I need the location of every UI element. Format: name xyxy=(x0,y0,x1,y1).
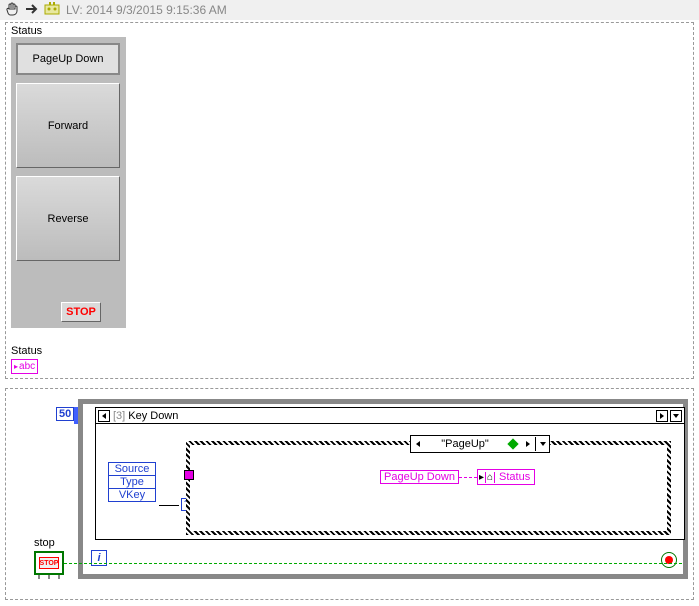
event-case-header[interactable]: [3] Key Down xyxy=(96,408,684,424)
loop-stop-terminal[interactable] xyxy=(661,552,677,568)
case-index: [3] xyxy=(113,410,125,422)
case-next-icon[interactable] xyxy=(656,410,668,422)
local-variable[interactable]: ▸ ⌂ Status xyxy=(477,469,535,485)
pageup-down-button[interactable]: PageUp Down xyxy=(16,43,120,75)
stop-control-terminal[interactable]: stop STOP xyxy=(34,537,64,579)
local-var-name: Status xyxy=(495,471,534,483)
case-prev-icon[interactable] xyxy=(98,410,110,422)
inner-case-name: "PageUp" xyxy=(425,438,505,450)
arrow-right-icon[interactable] xyxy=(24,1,40,20)
event-structure: [3] Key Down Source Type VKey ? "PageUp" xyxy=(95,407,685,540)
string-wire xyxy=(459,477,477,478)
inner-case-dropdown-icon[interactable] xyxy=(535,437,549,451)
window-title: LV: 2014 9/3/2015 9:15:36 AM xyxy=(66,3,227,17)
reverse-button[interactable]: Reverse xyxy=(16,176,120,261)
highlight-exec-icon[interactable] xyxy=(44,1,60,20)
front-panel: Status PageUp Down Forward Reverse STOP … xyxy=(5,22,694,379)
case-name: Key Down xyxy=(128,410,656,422)
while-loop: [3] Key Down Source Type VKey ? "PageUp" xyxy=(78,399,688,579)
string-constant[interactable]: PageUp Down xyxy=(380,470,459,484)
event-field-source: Source xyxy=(109,463,155,476)
status-string-label: Status xyxy=(11,345,42,357)
status-label: Status xyxy=(11,25,131,37)
event-field-vkey: VKey xyxy=(109,489,155,501)
wire xyxy=(159,505,179,506)
case-dropdown-icon[interactable] xyxy=(670,410,682,422)
write-arrow-icon: ▸ xyxy=(478,472,486,483)
default-case-icon xyxy=(507,438,518,449)
boolean-wire xyxy=(64,563,682,564)
tunnel-pink xyxy=(184,470,194,480)
hand-icon[interactable] xyxy=(4,1,20,20)
stop-node-icon: STOP xyxy=(34,551,64,575)
string-write-group: PageUp Down ▸ ⌂ Status xyxy=(380,469,535,485)
forward-button[interactable]: Forward xyxy=(16,83,120,168)
stop-button[interactable]: STOP xyxy=(61,302,101,322)
block-diagram: 50 [3] Key Down Source Type VKey ? " xyxy=(5,388,694,600)
string-indicator-icon[interactable]: ▸abc xyxy=(11,359,38,374)
case-selector[interactable]: "PageUp" xyxy=(410,435,550,453)
house-icon: ⌂ xyxy=(486,472,495,483)
stop-label: stop xyxy=(34,537,64,549)
inner-case-prev-icon[interactable] xyxy=(411,437,425,451)
wait-constant[interactable]: 50 xyxy=(56,407,74,421)
toolbar: LV: 2014 9/3/2015 9:15:36 AM xyxy=(0,0,699,20)
event-field-type: Type xyxy=(109,476,155,489)
event-data-cluster: Source Type VKey xyxy=(108,462,156,502)
inner-case-next-icon[interactable] xyxy=(521,437,535,451)
status-indicator-container: PageUp Down Forward Reverse STOP xyxy=(11,37,126,328)
case-structure: "PageUp" PageUp Down ▸ ⌂ Status xyxy=(186,441,671,535)
